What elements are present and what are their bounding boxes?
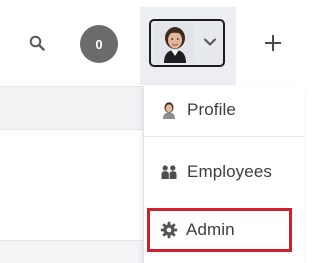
search-button[interactable] <box>24 30 50 56</box>
background-page-row <box>0 240 145 263</box>
notification-count: 0 <box>95 36 103 52</box>
menu-item-admin[interactable]: Admin <box>147 208 292 252</box>
menu-item-label: Employees <box>187 162 272 181</box>
menu-item-employees[interactable]: Employees <box>144 152 305 192</box>
plus-icon <box>265 35 281 51</box>
search-icon <box>29 35 45 51</box>
add-button[interactable] <box>260 30 286 56</box>
menu-divider <box>144 136 305 137</box>
user-dropdown-menu: Profile Employees Admin <box>143 86 305 263</box>
menu-item-label: Profile <box>187 100 236 119</box>
top-toolbar: 0 <box>0 0 304 86</box>
menu-item-profile[interactable]: Profile <box>144 90 305 130</box>
chevron-down-icon <box>204 38 216 46</box>
gear-icon <box>160 221 178 239</box>
user-avatar-menu-button[interactable] <box>149 19 225 67</box>
users-icon <box>160 163 178 181</box>
background-page-header <box>0 86 145 130</box>
user-avatar <box>155 23 195 63</box>
notification-count-badge[interactable]: 0 <box>80 25 118 63</box>
user-icon <box>160 101 178 119</box>
menu-item-label: Admin <box>186 220 235 239</box>
